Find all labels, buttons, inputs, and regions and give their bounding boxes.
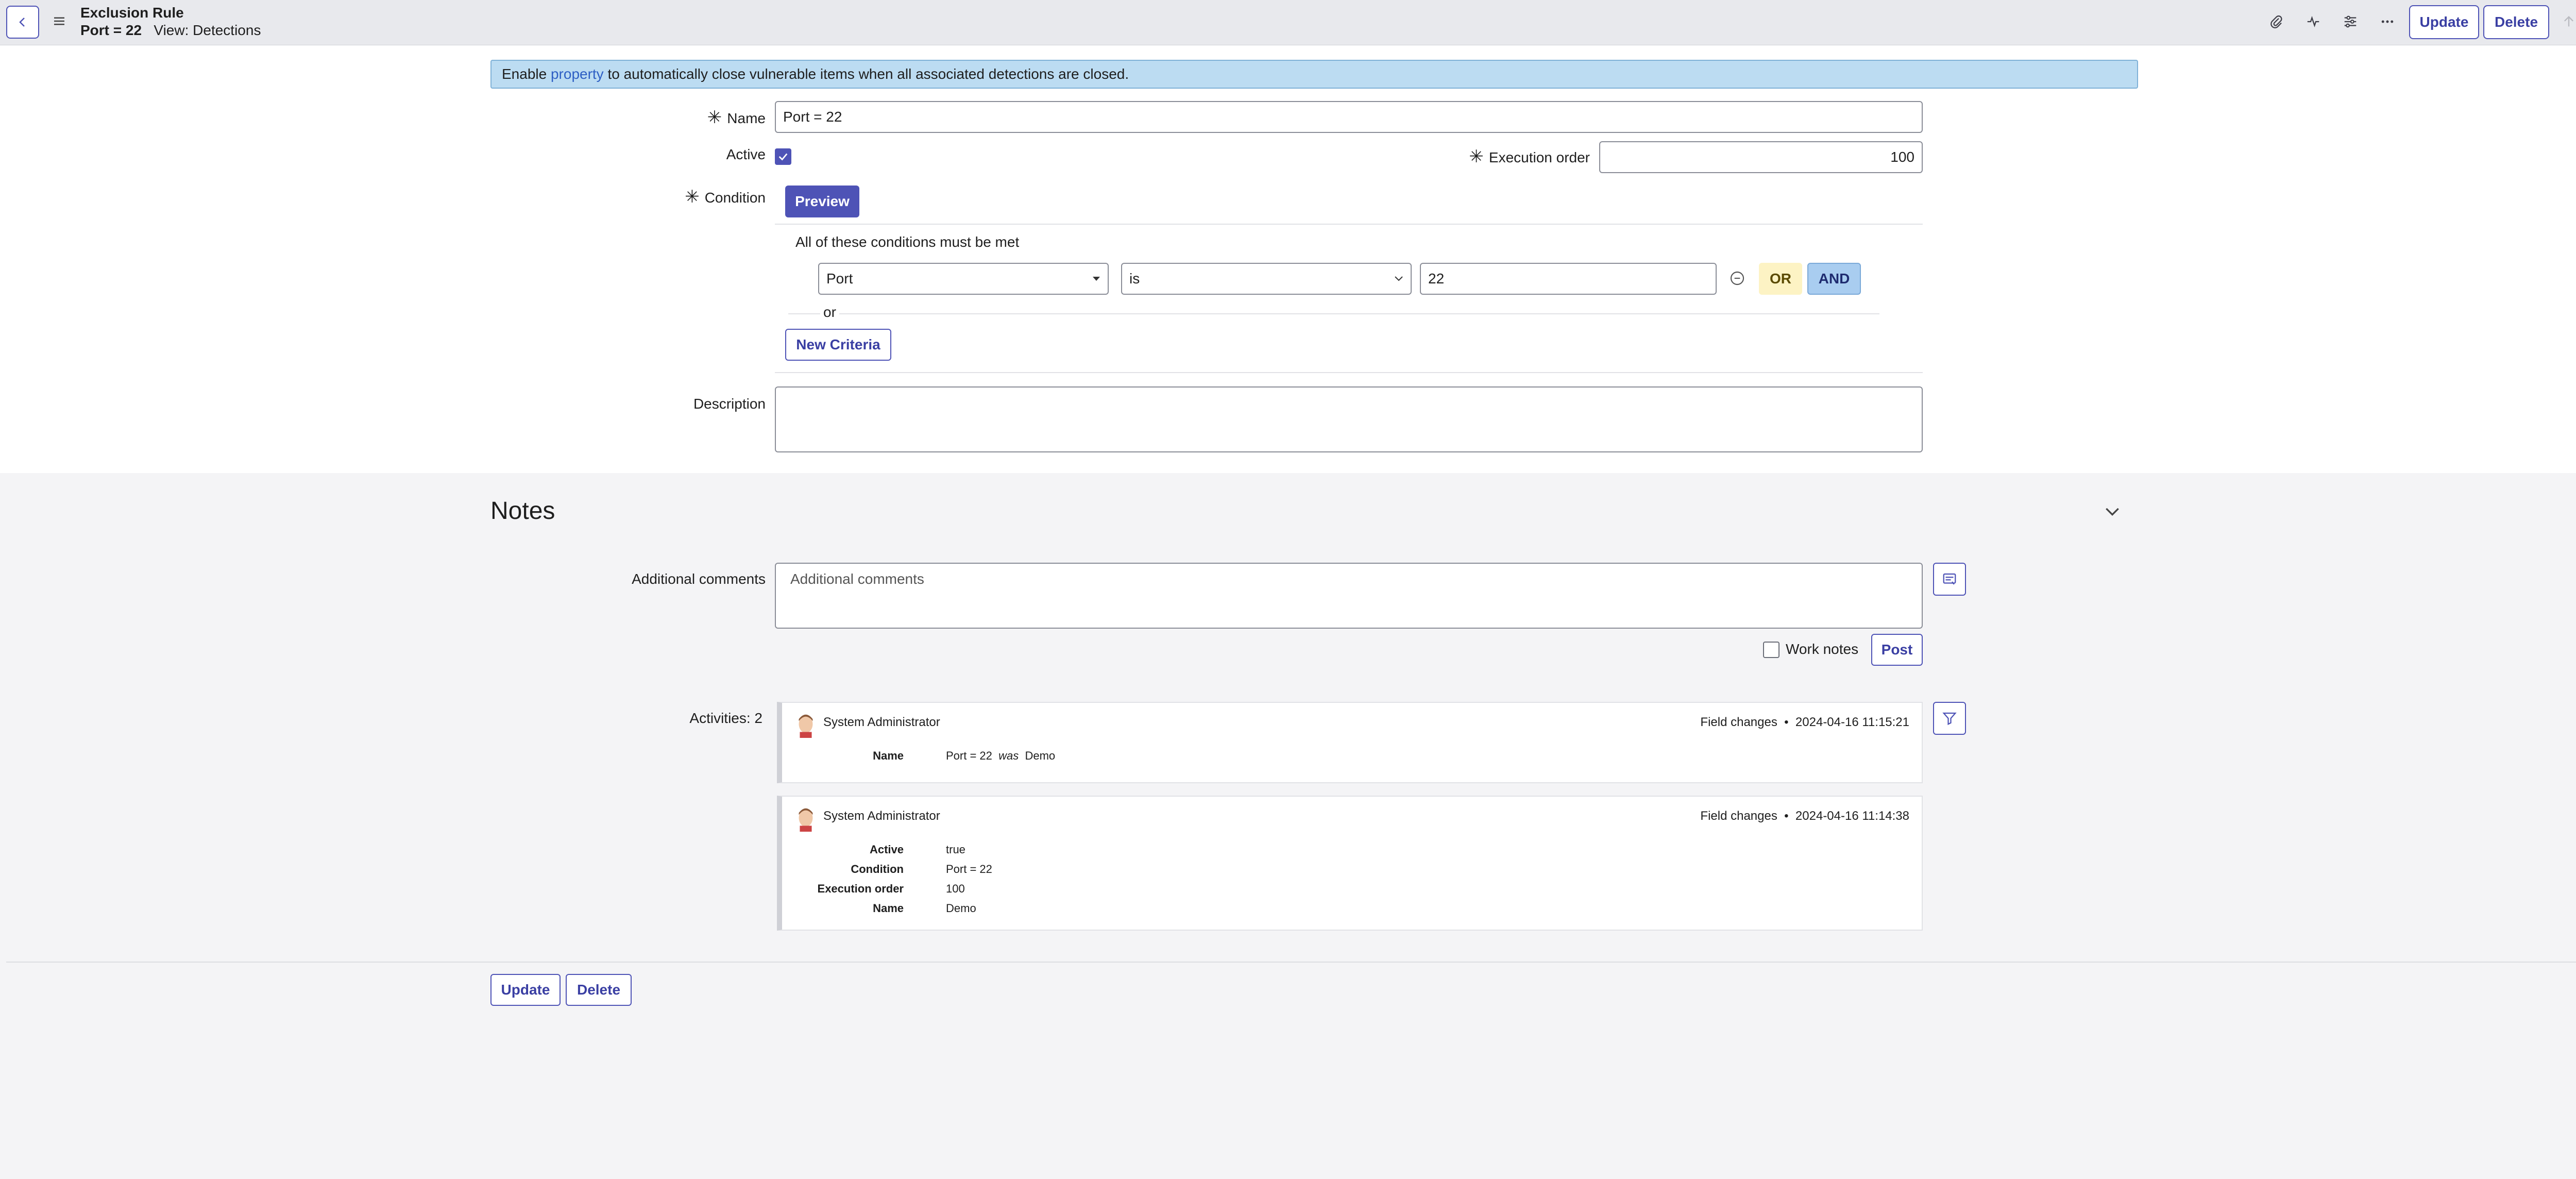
condition-field-select[interactable]: Port [818, 263, 1109, 295]
activity-field-key: Active [869, 843, 904, 856]
avatar [799, 808, 813, 832]
caret-down-icon [1093, 277, 1100, 281]
paperclip-icon[interactable] [2266, 11, 2286, 32]
header-delete-button[interactable]: Delete [2483, 5, 2549, 39]
hamburger-menu-icon[interactable] [52, 13, 67, 29]
footer-delete-button[interactable]: Delete [566, 974, 632, 1006]
activity-meta: Field changes • 2024-04-16 11:14:38 [1700, 809, 1909, 823]
activity-pulse-icon[interactable] [2303, 11, 2324, 32]
notes-section-title: Notes [490, 497, 555, 525]
activity-user: System Administrator [823, 715, 940, 729]
footer-update-button[interactable]: Update [490, 974, 561, 1006]
record-title: Exclusion Rule Port = 22 View: Detection… [80, 4, 261, 39]
activity-field-value: Port = 22 [946, 863, 992, 875]
activity-field-value: Demo [946, 902, 976, 915]
filter-icon [1942, 712, 1957, 726]
post-button[interactable]: Post [1871, 634, 1923, 666]
settings-sliders-icon[interactable] [2340, 11, 2361, 32]
description-field[interactable] [775, 386, 1923, 452]
active-label: Active [726, 146, 766, 162]
comment-template-icon [1943, 573, 1956, 585]
active-checkbox[interactable] [775, 148, 791, 165]
condition-label: ✳ Condition [685, 187, 766, 207]
banner-text-suffix: to automatically close vulnerable items … [603, 66, 1129, 82]
record-header: Exclusion Rule Port = 22 View: Detection… [0, 0, 2576, 45]
checkmark-icon [778, 153, 788, 161]
and-button[interactable]: AND [1807, 263, 1861, 295]
view-name: View: Detections [154, 22, 261, 38]
activity-meta: Field changes • 2024-04-16 11:15:21 [1700, 715, 1909, 729]
activity-field-key: Condition [851, 863, 904, 875]
or-button[interactable]: OR [1759, 263, 1802, 295]
arrow-up-icon[interactable] [2558, 11, 2576, 32]
name-field[interactable]: Port = 22 [775, 101, 1923, 133]
footer-divider [6, 962, 2576, 963]
activities-count: Activities: 2 [689, 710, 762, 726]
execution-order-label: ✳ Execution order [1469, 147, 1590, 166]
activity-field-value: Port = 22 was Demo [946, 749, 1056, 762]
name-label: ✳ Name [707, 108, 766, 127]
condition-divider [775, 224, 1923, 225]
activity-field-value: true [946, 843, 965, 856]
property-link[interactable]: property [551, 66, 604, 82]
conditions-heading: All of these conditions must be met [795, 234, 1020, 250]
back-button[interactable] [6, 6, 39, 39]
activity-field-key: Name [873, 902, 904, 915]
work-notes-checkbox[interactable] [1763, 642, 1780, 658]
collapse-chevron-icon[interactable] [2102, 501, 2123, 521]
required-icon: ✳ [685, 187, 700, 207]
header-update-button[interactable]: Update [2409, 5, 2479, 39]
description-label: Description [693, 396, 766, 412]
activity-user: System Administrator [823, 809, 940, 823]
preview-button[interactable]: Preview [785, 186, 859, 217]
condition-field-value: Port [826, 271, 853, 287]
condition-value-input[interactable]: 22 [1420, 263, 1717, 295]
form-title: Exclusion Rule [80, 5, 184, 21]
additional-comments-field[interactable]: Additional comments [775, 563, 1923, 629]
condition-operator-value: is [1129, 271, 1140, 287]
required-icon: ✳ [1469, 147, 1484, 166]
activity-card: System Administrator Field changes • 202… [777, 702, 1923, 783]
more-options-icon[interactable] [2377, 11, 2398, 32]
additional-comments-label: Additional comments [632, 571, 766, 587]
chevron-left-icon [19, 18, 25, 27]
work-notes-label: Work notes [1786, 641, 1859, 657]
criteria-divider [788, 313, 1879, 314]
new-criteria-button[interactable]: New Criteria [785, 329, 891, 361]
avatar [799, 714, 813, 738]
info-banner: Enable property to automatically close v… [490, 60, 2138, 89]
required-icon: ✳ [707, 108, 722, 127]
condition-operator-select[interactable]: is [1121, 263, 1412, 295]
record-name: Port = 22 [80, 22, 142, 38]
condition-bottom-divider [775, 372, 1923, 373]
activity-field-value: 100 [946, 882, 965, 895]
activity-field-key: Execution order [817, 882, 904, 895]
comment-template-button[interactable] [1933, 563, 1966, 596]
banner-text-prefix: Enable [502, 66, 551, 82]
chevron-down-icon [1395, 276, 1403, 281]
or-separator-text: or [820, 304, 839, 321]
activity-card: System Administrator Field changes • 202… [777, 796, 1923, 931]
execution-order-field[interactable]: 100 [1599, 141, 1923, 173]
activity-field-key: Name [873, 749, 904, 762]
remove-condition-icon[interactable] [1729, 270, 1745, 287]
activity-filter-button[interactable] [1933, 702, 1966, 735]
